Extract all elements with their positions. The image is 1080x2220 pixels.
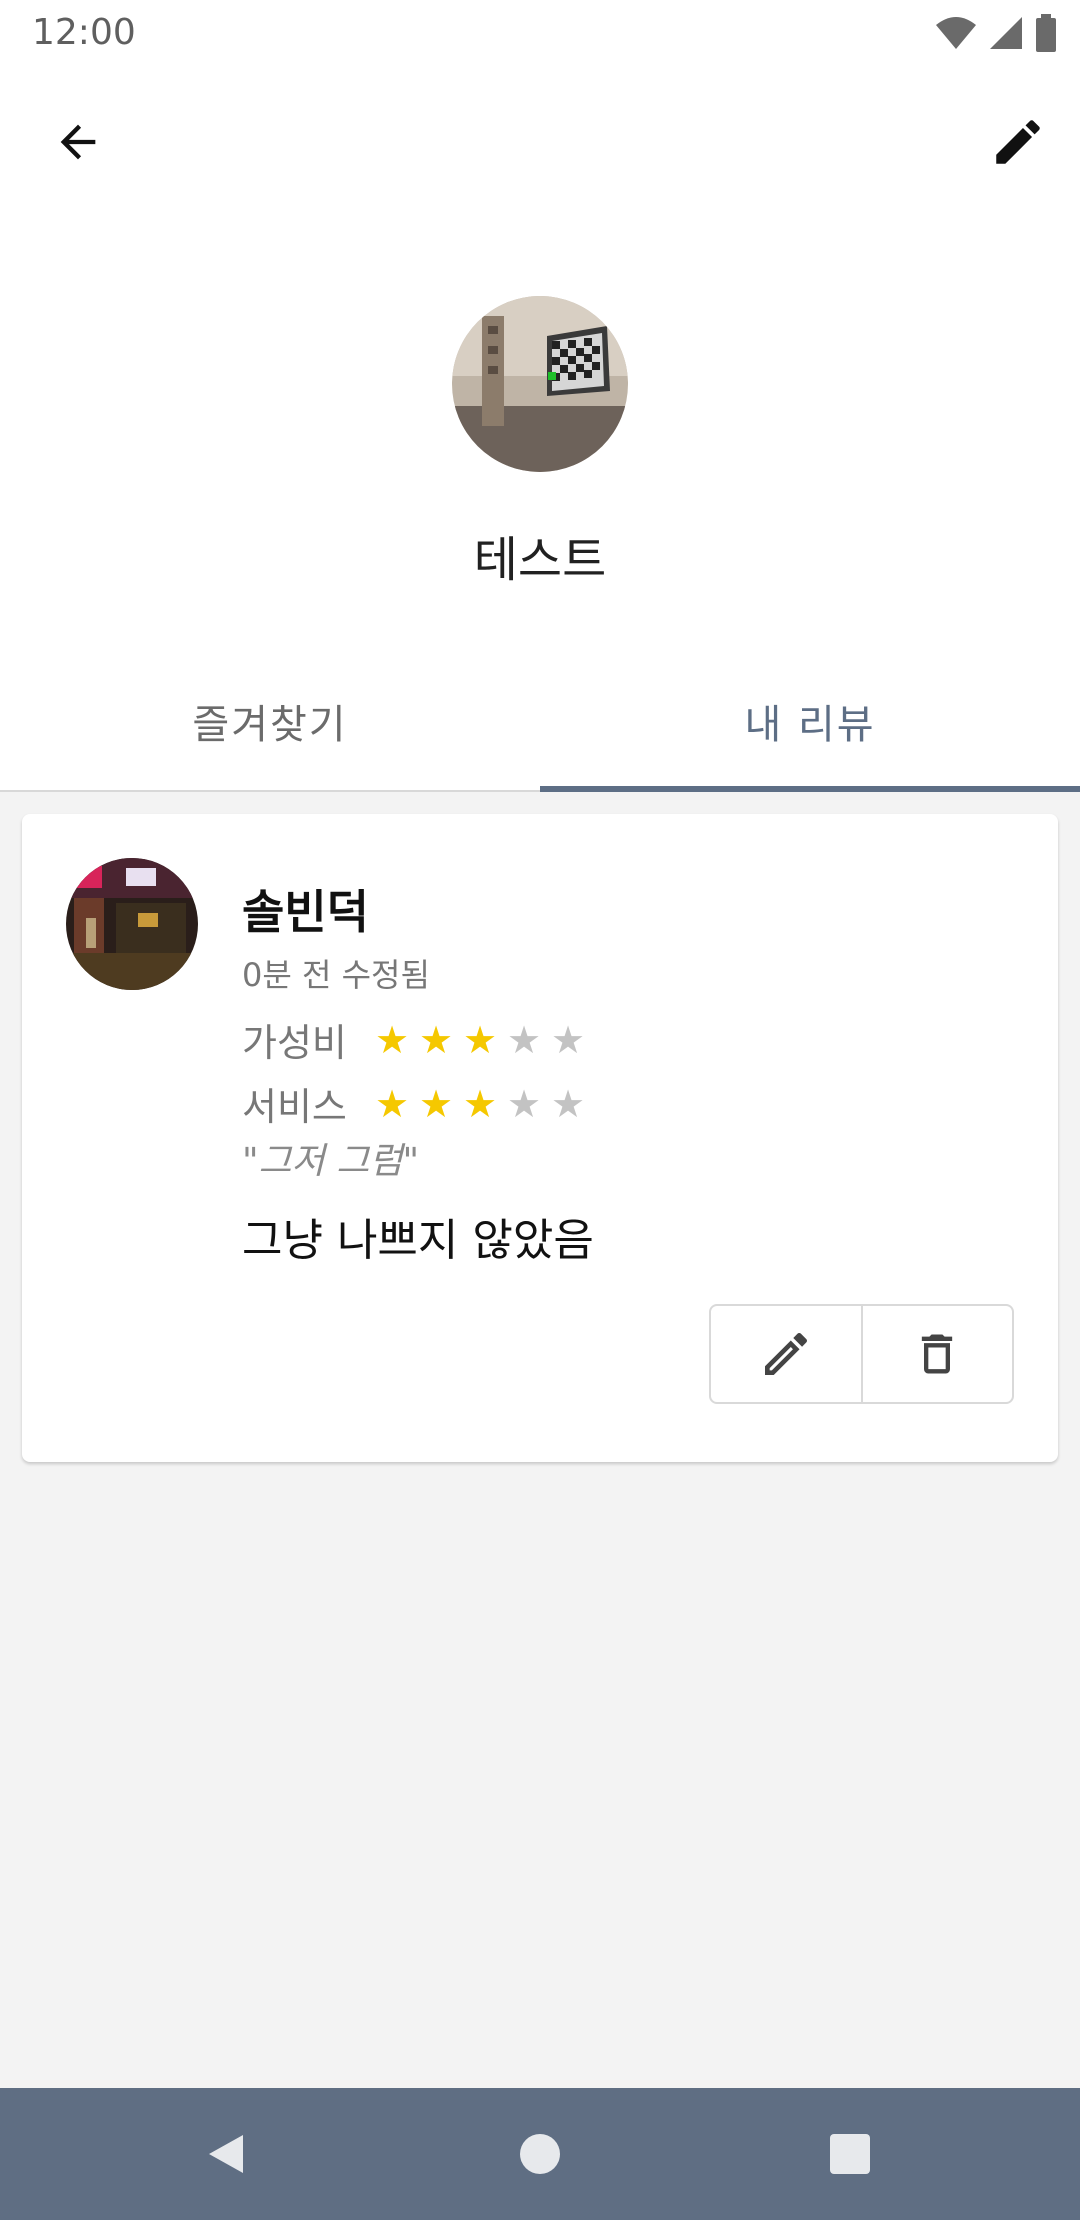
trash-icon (922, 1334, 953, 1374)
profile-header: 테스트 (0, 220, 1080, 650)
star-filled-icon: ★ (374, 1017, 410, 1062)
updated-time: 0분 전 수정됨 (242, 956, 430, 994)
status-icons (934, 14, 1058, 52)
nav-back-button[interactable] (186, 2114, 266, 2194)
star-filled-icon: ★ (418, 1081, 454, 1126)
app-bar (0, 66, 1080, 220)
star-empty-icon: ★ (550, 1081, 586, 1126)
cell-signal-icon (990, 17, 1022, 49)
star-filled-icon: ★ (374, 1081, 410, 1126)
review-title: "그저 그럼" (242, 1141, 420, 1182)
pencil-icon (996, 120, 1040, 164)
star-empty-icon: ★ (550, 1017, 586, 1062)
arrow-back-icon (60, 124, 96, 160)
place-image (66, 858, 198, 990)
profile-name: 테스트 (473, 532, 607, 588)
review-actions (709, 1304, 1014, 1404)
pencil-icon (764, 1332, 807, 1375)
star-rating: ★ ★ ★ ★ ★ (372, 1084, 588, 1124)
review-body: 그냥 나쁘지 않았음 (242, 1215, 594, 1266)
back-button[interactable] (30, 94, 126, 190)
battery-icon (1036, 14, 1056, 52)
tab-bar: 즐겨찾기 내 리뷰 (0, 650, 1080, 792)
nav-recents-button[interactable] (810, 2114, 890, 2194)
wifi-icon (936, 17, 976, 49)
rating-label: 서비스 (242, 1085, 347, 1129)
nav-home-button[interactable] (500, 2114, 580, 2194)
circle-home-icon (520, 2134, 560, 2174)
rating-row-service: 서비스 ★ ★ ★ ★ ★ (242, 1076, 588, 1131)
review-list[interactable]: 솔빈덕 0분 전 수정됨 가성비 ★ ★ ★ ★ ★ 서비스 ★ ★ ★ ★ ★ "그저 그럼"… (0, 792, 1080, 2088)
tab-my-reviews[interactable]: 내 리뷰 (540, 650, 1080, 792)
tab-favorites[interactable]: 즐겨찾기 (0, 650, 540, 792)
avatar-image (452, 296, 628, 472)
edit-profile-button[interactable] (970, 94, 1066, 190)
review-card[interactable]: 솔빈덕 0분 전 수정됨 가성비 ★ ★ ★ ★ ★ 서비스 ★ ★ ★ ★ ★ "그저 그럼"… (22, 814, 1058, 1462)
place-name: 솔빈덕 (242, 885, 369, 939)
system-nav-bar (0, 2088, 1080, 2220)
place-thumbnail[interactable] (66, 858, 198, 990)
star-filled-icon: ★ (462, 1017, 498, 1062)
edit-review-button[interactable] (711, 1306, 861, 1402)
square-recents-icon (830, 2134, 870, 2174)
status-bar: 12:00 (0, 0, 1080, 66)
rating-label: 가성비 (242, 1021, 347, 1065)
star-filled-icon: ★ (462, 1081, 498, 1126)
triangle-back-icon (209, 2135, 243, 2173)
delete-review-button[interactable] (860, 1306, 1013, 1402)
status-time: 12:00 (32, 12, 136, 53)
avatar[interactable] (452, 296, 628, 472)
star-filled-icon: ★ (418, 1017, 454, 1062)
star-empty-icon: ★ (506, 1081, 542, 1126)
star-empty-icon: ★ (506, 1017, 542, 1062)
rating-row-value: 가성비 ★ ★ ★ ★ ★ (242, 1012, 588, 1067)
star-rating: ★ ★ ★ ★ ★ (372, 1020, 588, 1060)
